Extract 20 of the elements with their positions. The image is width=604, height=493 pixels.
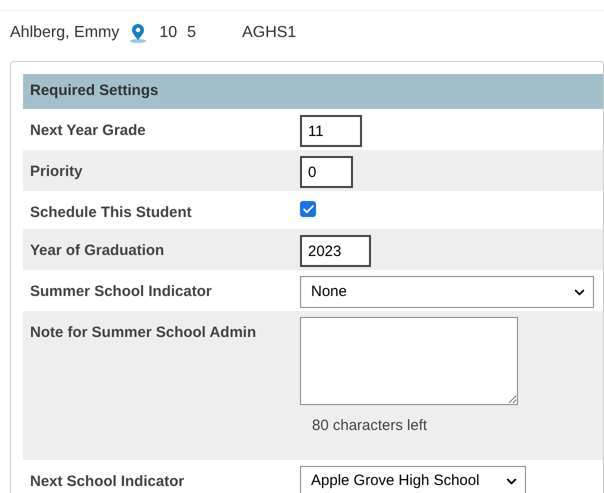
- school-code: AGHS1: [242, 23, 296, 43]
- field-label: Note for Summer School Admin: [30, 324, 256, 341]
- field-label: Schedule This Student: [30, 204, 192, 221]
- text-field[interactable]: 2023: [300, 235, 371, 267]
- student-name: Ahlberg, Emmy: [10, 23, 120, 43]
- grade-text: 10: [159, 23, 178, 43]
- field-label: Year of Graduation: [30, 242, 164, 259]
- checkbox[interactable]: [300, 201, 316, 217]
- field-label: Summer School Indicator: [30, 283, 212, 300]
- text-field[interactable]: 11: [300, 115, 362, 147]
- column-3-text: 5: [187, 23, 196, 43]
- characters-left-text: 80 characters left: [312, 416, 428, 436]
- field-label: Next School Indicator: [30, 472, 184, 490]
- field-label: Next Year Grade: [30, 122, 146, 139]
- dropdown[interactable]: Apple Grove High School: [300, 466, 526, 493]
- text-field[interactable]: 0: [300, 156, 353, 188]
- section-header: Required Settings: [23, 74, 603, 109]
- note-field[interactable]: [300, 317, 518, 405]
- dropdown[interactable]: None: [300, 276, 594, 308]
- field-label: Priority: [30, 163, 83, 180]
